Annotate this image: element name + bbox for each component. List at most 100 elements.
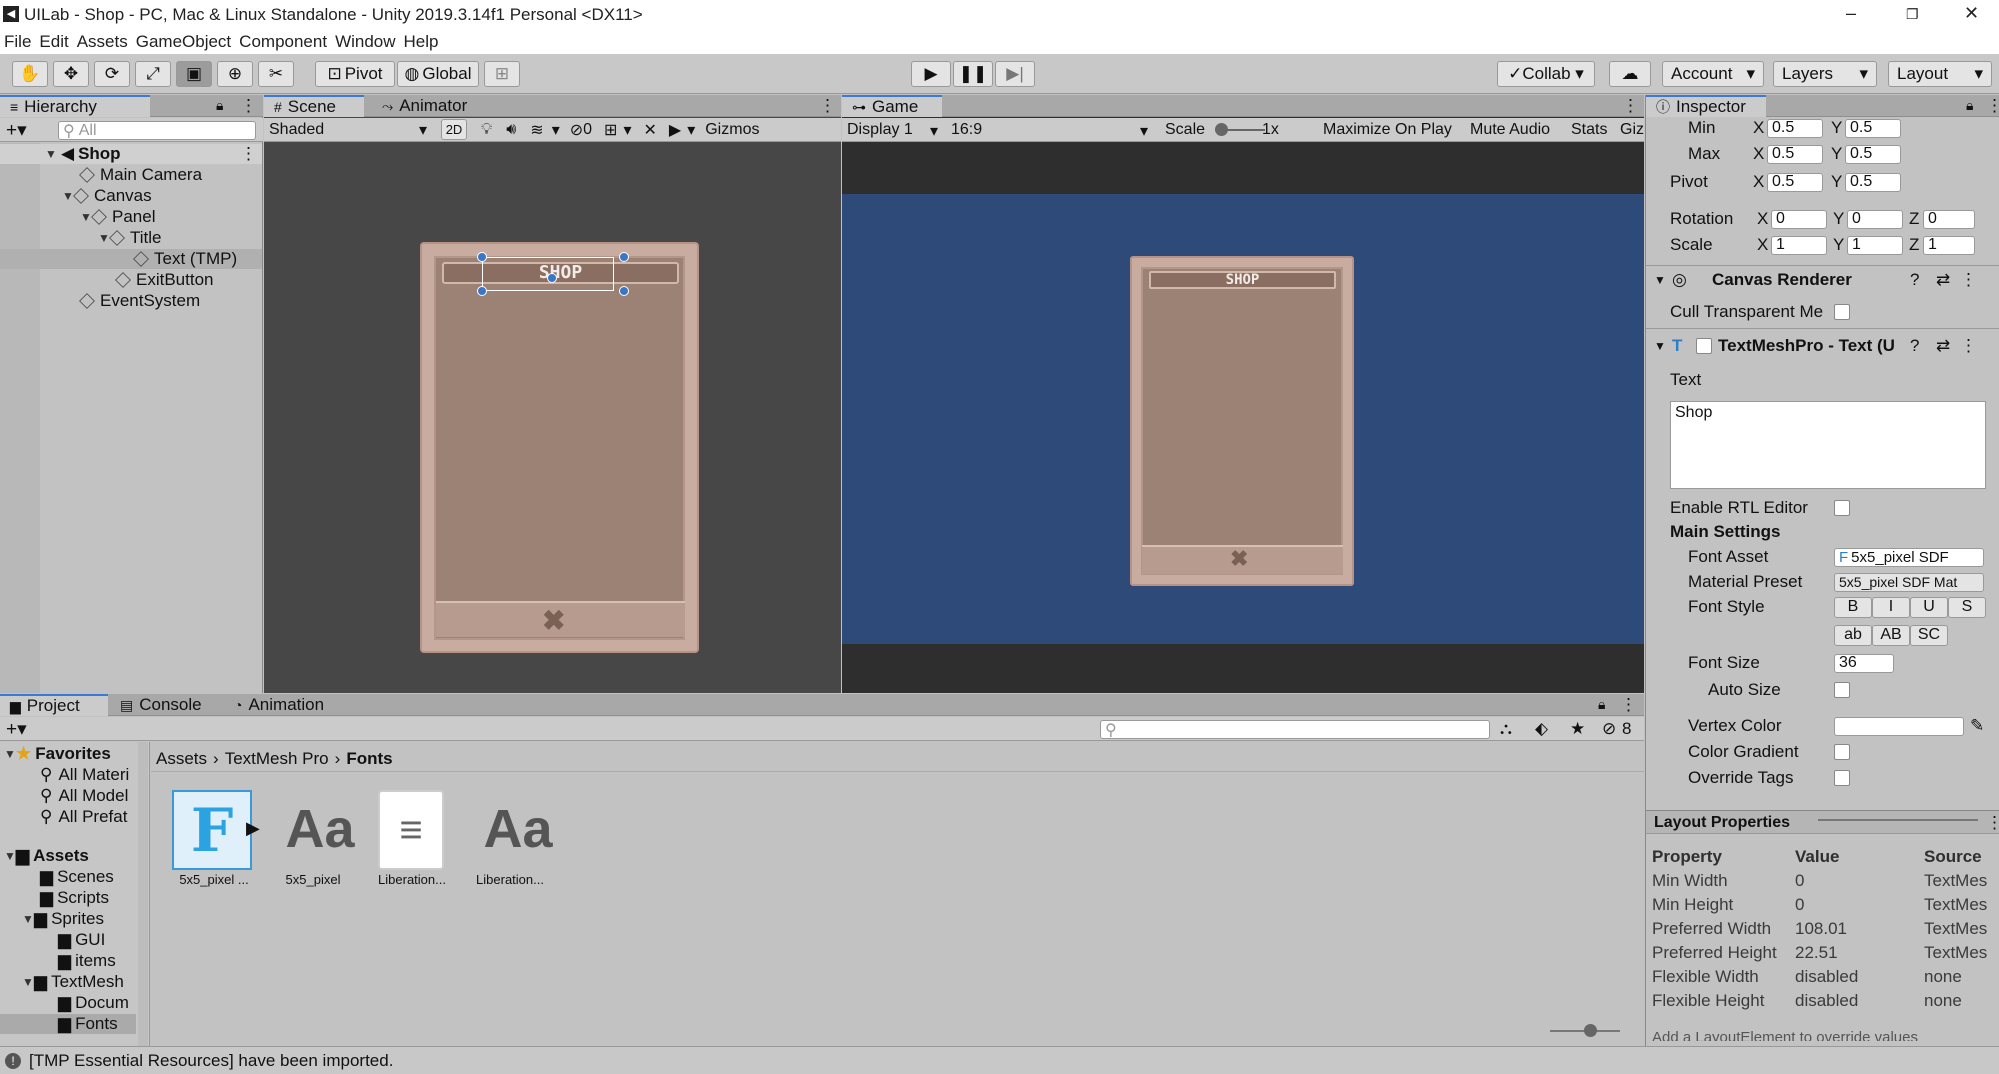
color-gradient-checkbox[interactable]: [1834, 744, 1850, 760]
status-bar[interactable]: ! [TMP Essential Resources] have been im…: [0, 1046, 1999, 1074]
more-icon[interactable]: ⋮: [1986, 96, 1999, 116]
pivot-handle[interactable]: [547, 273, 557, 283]
drag-handle[interactable]: [1818, 819, 1978, 821]
menu-file[interactable]: File: [4, 32, 31, 52]
rotation-x-field[interactable]: 0: [1771, 209, 1827, 229]
expand-arrow-icon[interactable]: ▼: [22, 975, 34, 989]
hierarchy-item-exitbutton[interactable]: ExitButton: [115, 270, 214, 290]
tab-animator[interactable]: ⤳ Animator: [372, 95, 477, 117]
global-toggle[interactable]: ◍ Global: [397, 61, 479, 87]
scale-slider-thumb[interactable]: [1215, 123, 1228, 136]
file-font-asset[interactable]: F: [172, 790, 252, 870]
hierarchy-item-text-tmp[interactable]: Text (TMP): [0, 249, 262, 269]
more-icon[interactable]: ⋮: [1986, 813, 1999, 833]
breadcrumb-textmeshpro[interactable]: TextMesh Pro: [225, 749, 329, 769]
game-viewport[interactable]: SHOP ✖: [842, 194, 1644, 644]
canvas-renderer-header[interactable]: ▼ ◎ Canvas Renderer? ⇄ ⋮: [1654, 269, 1994, 291]
expand-arrow-icon[interactable]: ▼: [22, 912, 34, 926]
menu-component[interactable]: Component: [239, 32, 327, 52]
menu-help[interactable]: Help: [404, 32, 439, 52]
auto-size-checkbox[interactable]: [1834, 682, 1850, 698]
scale-tool-icon[interactable]: ⤢: [135, 61, 171, 87]
minimize-button[interactable]: –: [1846, 3, 1856, 24]
tmp-enabled-checkbox[interactable]: [1696, 338, 1712, 354]
scale-x-field[interactable]: 1: [1771, 235, 1827, 255]
project-search-input[interactable]: ⚲: [1100, 720, 1490, 739]
lock-icon[interactable]: 🔒︎: [1966, 97, 1973, 114]
icon-size-slider-thumb[interactable]: [1584, 1024, 1597, 1037]
pivot-x-field[interactable]: 0.5: [1767, 172, 1823, 192]
anchor-handle[interactable]: [477, 286, 487, 296]
tree-scrollbar[interactable]: [138, 742, 148, 1046]
help-icon[interactable]: ?: [1910, 336, 1919, 356]
hierarchy-item-eventsystem[interactable]: EventSystem: [79, 291, 200, 311]
max-x-field[interactable]: 0.5: [1767, 144, 1823, 164]
max-y-field[interactable]: 0.5: [1845, 144, 1901, 164]
dropdown-arrow-icon[interactable]: ▾: [623, 120, 631, 140]
pivot-y-field[interactable]: 0.5: [1845, 172, 1901, 192]
hierarchy-search-input[interactable]: ⚲ All: [58, 121, 256, 140]
mode-2d-toggle[interactable]: 2D: [441, 119, 467, 140]
fav-all-prefabs[interactable]: ⚲ All Prefat: [40, 807, 127, 827]
fav-all-models[interactable]: ⚲ All Model: [40, 786, 128, 806]
folder-fonts[interactable]: ▆ Fonts: [0, 1014, 136, 1034]
more-icon[interactable]: ⋮: [240, 144, 257, 164]
menu-edit[interactable]: Edit: [39, 32, 68, 52]
expand-arrow-icon[interactable]: ▼: [4, 849, 16, 863]
layout-dropdown[interactable]: Layout ▾: [1888, 61, 1992, 87]
custom-tool-icon[interactable]: ✂: [258, 61, 294, 87]
grid-toggle-icon[interactable]: ⊞: [604, 120, 617, 140]
anchor-handle[interactable]: [477, 252, 487, 262]
scene-shop-panel[interactable]: SHOP ✖: [420, 242, 699, 653]
tab-project[interactable]: ▆ Project: [0, 694, 108, 716]
shading-dropdown[interactable]: Shaded: [269, 121, 419, 139]
add-icon[interactable]: +▾: [6, 718, 27, 741]
more-icon[interactable]: ⋮: [1960, 270, 1977, 290]
menu-window[interactable]: Window: [335, 32, 395, 52]
expand-arrow-icon[interactable]: ▼: [4, 747, 16, 761]
hierarchy-item-title[interactable]: ▼ Title: [98, 228, 162, 248]
layers-dropdown[interactable]: Layers ▾: [1773, 61, 1877, 87]
scene-row-shop[interactable]: ▼ ◀ Shop ⋮: [0, 144, 262, 164]
tab-inspector[interactable]: ⓘ Inspector: [1646, 95, 1766, 117]
tools-icon[interactable]: ✕: [643, 120, 656, 140]
italic-button[interactable]: I: [1872, 596, 1910, 618]
settings-icon[interactable]: ⇄: [1936, 336, 1950, 356]
more-icon[interactable]: ⋮: [1960, 336, 1977, 356]
pivot-toggle[interactable]: ⊡ Pivot: [315, 61, 395, 87]
settings-icon[interactable]: ⇄: [1936, 270, 1950, 290]
rotation-y-field[interactable]: 0: [1847, 209, 1903, 229]
eyedropper-icon[interactable]: ✎: [1970, 716, 1984, 736]
folder-sprites[interactable]: ▼ ▆ Sprites: [22, 909, 104, 929]
dropdown-arrow-icon[interactable]: ▾: [552, 120, 560, 140]
collab-button[interactable]: ✓ Collab ▾: [1497, 61, 1595, 87]
lock-icon[interactable]: 🔒︎: [216, 97, 223, 114]
text-file-icon[interactable]: ≡: [378, 790, 444, 870]
hand-tool-icon[interactable]: ✋: [12, 61, 48, 87]
tab-console[interactable]: ▤ Console: [110, 694, 212, 716]
more-icon[interactable]: ⋮: [1622, 96, 1639, 116]
tmp-header[interactable]: ▼ T TextMeshPro - Text (U? ⇄ ⋮: [1654, 335, 1994, 357]
add-icon[interactable]: +▾: [6, 119, 27, 142]
lock-icon[interactable]: 🔒︎: [1598, 696, 1605, 713]
gizmos-dropdown[interactable]: Gizmos: [705, 121, 759, 139]
collapse-arrow-icon[interactable]: ▼: [1654, 339, 1672, 353]
mute-audio-toggle[interactable]: Mute Audio: [1470, 121, 1550, 139]
favorite-star-icon[interactable]: ★: [1570, 719, 1585, 739]
folder-textmeshpro[interactable]: ▼ ▆ TextMesh: [22, 972, 124, 992]
font-file-icon[interactable]: Aa: [272, 790, 368, 868]
font-size-field[interactable]: 36: [1834, 653, 1894, 673]
anchor-handle[interactable]: [619, 286, 629, 296]
display-dropdown[interactable]: Display 1: [847, 121, 913, 139]
tab-animation[interactable]: ◔ Animation: [224, 694, 334, 716]
anchor-handle[interactable]: [619, 252, 629, 262]
maximize-on-play-toggle[interactable]: Maximize On Play: [1323, 121, 1452, 139]
transform-tool-icon[interactable]: ⊕: [217, 61, 253, 87]
play-button[interactable]: ▶: [911, 61, 951, 87]
folder-gui[interactable]: ▆ GUI: [58, 930, 105, 950]
hierarchy-item-panel[interactable]: ▼ Panel: [80, 207, 155, 227]
vertex-color-swatch[interactable]: [1834, 716, 1964, 736]
smallcaps-button[interactable]: SC: [1910, 624, 1948, 646]
text-input-area[interactable]: Shop: [1670, 401, 1986, 489]
menu-gameobject[interactable]: GameObject: [136, 32, 231, 52]
